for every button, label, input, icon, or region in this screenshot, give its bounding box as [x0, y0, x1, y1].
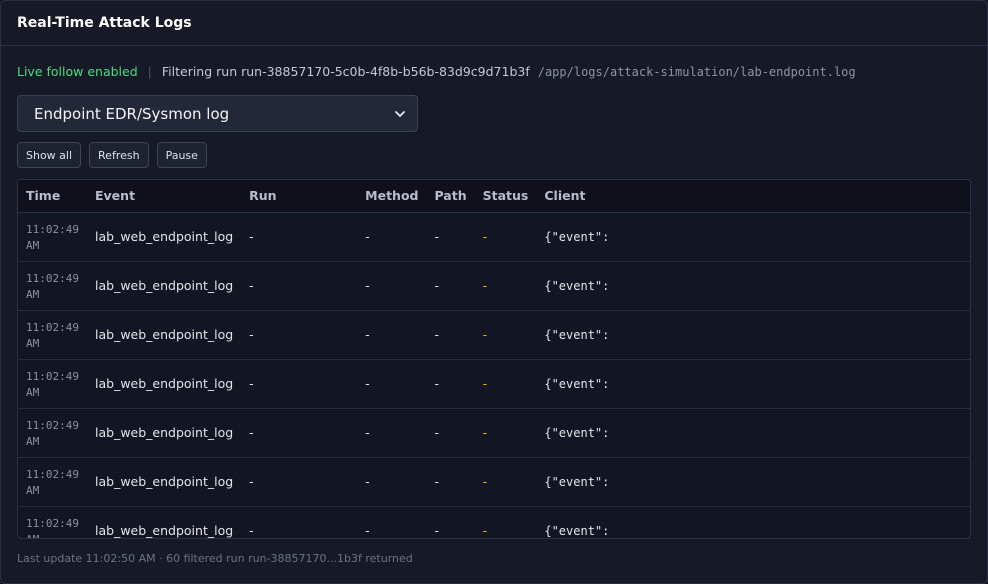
cell-client: {"event": — [544, 229, 610, 244]
cell-time: 11:02:49 AM — [26, 418, 79, 448]
column-header-method: Method — [365, 188, 419, 204]
cell-path: - — [434, 229, 439, 244]
cell-time: 11:02:49 AM — [26, 222, 79, 252]
cell-status: - — [482, 474, 488, 489]
table-row[interactable]: 11:02:49 AM lab_web_endpoint_log - - - -… — [18, 261, 970, 310]
panel-header: Real-Time Attack Logs — [1, 1, 987, 46]
cell-path: - — [434, 474, 439, 489]
cell-method: - — [365, 523, 370, 538]
log-source-select[interactable]: Endpoint EDR/Sysmon log — [17, 95, 418, 132]
table-header-row: Time Event Run Method Path Status Client — [18, 180, 970, 212]
cell-event: lab_web_endpoint_log — [95, 425, 234, 440]
cell-time: 11:02:49 AM — [26, 467, 79, 497]
cell-run: - — [249, 327, 254, 342]
cell-run: - — [249, 278, 254, 293]
table-row[interactable]: 11:02:49 AM lab_web_endpoint_log - - - -… — [18, 212, 970, 261]
cell-path: - — [434, 327, 439, 342]
cell-run: - — [249, 229, 254, 244]
cell-run: - — [249, 523, 254, 538]
column-header-run: Run — [249, 188, 277, 204]
cell-time: 11:02:49 AM — [26, 369, 79, 399]
cell-event: lab_web_endpoint_log — [95, 376, 234, 391]
cell-status: - — [482, 229, 488, 244]
chevron-down-icon — [395, 110, 405, 117]
logs-table-container[interactable]: Time Event Run Method Path Status Client… — [17, 179, 971, 539]
cell-time: 11:02:49 AM — [26, 516, 79, 539]
column-header-status: Status — [482, 188, 529, 204]
cell-method: - — [365, 278, 370, 293]
cell-client: {"event": — [544, 523, 610, 538]
cell-client: {"event": — [544, 327, 610, 342]
column-header-time: Time — [26, 188, 61, 204]
cell-status: - — [482, 425, 488, 440]
cell-path: - — [434, 523, 439, 538]
column-header-path: Path — [434, 188, 467, 204]
panel-title: Real-Time Attack Logs — [17, 15, 192, 31]
cell-path: - — [434, 425, 439, 440]
cell-client: {"event": — [544, 376, 610, 391]
cell-run: - — [249, 474, 254, 489]
status-separator: | — [147, 64, 152, 79]
cell-client: {"event": — [544, 425, 610, 440]
table-row[interactable]: 11:02:49 AM lab_web_endpoint_log - - - -… — [18, 457, 970, 506]
status-line: Live follow enabled | Filtering run run-… — [17, 64, 977, 79]
table-row[interactable]: 11:02:49 AM lab_web_endpoint_log - - - -… — [18, 359, 970, 408]
cell-method: - — [365, 474, 370, 489]
action-buttons: Show all Refresh Pause — [17, 142, 207, 168]
cell-event: lab_web_endpoint_log — [95, 474, 234, 489]
cell-event: lab_web_endpoint_log — [95, 229, 234, 244]
pause-button[interactable]: Pause — [156, 142, 207, 168]
cell-status: - — [482, 327, 488, 342]
run-filter-text: Filtering run run-38857170-5c0b-4f8b-b56… — [161, 64, 530, 79]
attack-logs-panel: Real-Time Attack Logs Live follow enable… — [0, 0, 988, 584]
cell-event: lab_web_endpoint_log — [95, 278, 234, 293]
cell-status: - — [482, 523, 488, 538]
logs-table: Time Event Run Method Path Status Client… — [18, 180, 970, 539]
last-update-footer: Last update 11:02:50 AM · 60 filtered ru… — [17, 552, 413, 565]
cell-event: lab_web_endpoint_log — [95, 523, 234, 538]
cell-run: - — [249, 425, 254, 440]
cell-event: lab_web_endpoint_log — [95, 327, 234, 342]
cell-path: - — [434, 278, 439, 293]
cell-status: - — [482, 376, 488, 391]
cell-method: - — [365, 376, 370, 391]
cell-run: - — [249, 376, 254, 391]
cell-time: 11:02:49 AM — [26, 320, 79, 350]
cell-time: 11:02:49 AM — [26, 271, 79, 301]
cell-path: - — [434, 376, 439, 391]
column-header-event: Event — [95, 188, 136, 204]
cell-method: - — [365, 327, 370, 342]
column-header-client: Client — [544, 188, 586, 204]
log-source-value: Endpoint EDR/Sysmon log — [34, 104, 230, 123]
table-row[interactable]: 11:02:49 AM lab_web_endpoint_log - - - -… — [18, 408, 970, 457]
live-follow-status: Live follow enabled — [17, 64, 138, 79]
cell-method: - — [365, 229, 370, 244]
show-all-button[interactable]: Show all — [17, 142, 82, 168]
cell-client: {"event": — [544, 474, 610, 489]
refresh-button[interactable]: Refresh — [89, 142, 149, 168]
log-file-path: /app/logs/attack-simulation/lab-endpoint… — [537, 64, 856, 79]
table-row[interactable]: 11:02:49 AM lab_web_endpoint_log - - - -… — [18, 310, 970, 359]
table-row[interactable]: 11:02:49 AM lab_web_endpoint_log - - - -… — [18, 506, 970, 539]
cell-client: {"event": — [544, 278, 610, 293]
cell-method: - — [365, 425, 370, 440]
cell-status: - — [482, 278, 488, 293]
